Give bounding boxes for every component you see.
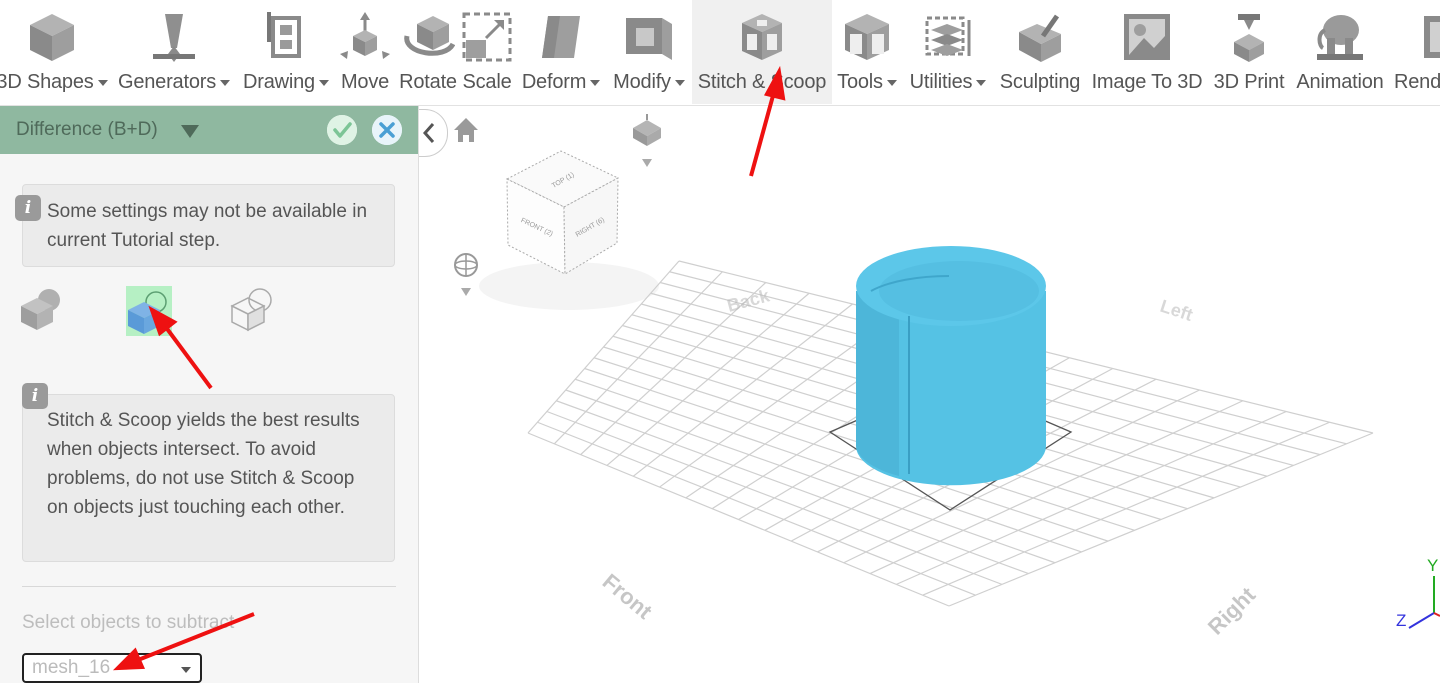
close-icon [372, 115, 402, 145]
cylinder-object[interactable] [856, 246, 1046, 486]
tools-icon [845, 14, 889, 60]
home-icon[interactable] [454, 118, 478, 142]
stitch-scoop-icon [742, 14, 782, 60]
axis-gizmo: Y Z [1396, 556, 1440, 630]
animation-icon [1317, 15, 1363, 60]
stitch-info-box: Stitch & Scoop yields the best results w… [22, 394, 395, 562]
tutorial-info-box: Some settings may not be available in cu… [22, 184, 395, 267]
sculpting-icon [1019, 14, 1061, 62]
toolbar-render[interactable]: Render [1392, 0, 1440, 104]
info-icon: i [15, 195, 41, 221]
toolbar-label: Image To 3D [1091, 71, 1203, 93]
toolbar-label: Sculpting [999, 71, 1081, 93]
grid-label-right: Right [1203, 582, 1261, 640]
toolbar-label: Deform [521, 71, 587, 93]
drawing-icon [267, 12, 301, 58]
toolbar-label: Animation [1296, 71, 1384, 93]
toolbar-stitch-scoop[interactable]: Stitch & Scoop [692, 0, 832, 104]
chevron-down-icon [318, 79, 329, 86]
panel-header: Difference (B+D) [0, 106, 418, 154]
chevron-down-icon [181, 667, 191, 673]
toolbar-tools[interactable]: Tools [833, 0, 901, 104]
toolbar-label: Modify [613, 71, 671, 93]
toolbar-label: Drawing [243, 71, 315, 93]
difference-icon [128, 291, 167, 334]
checkmark-icon [327, 115, 357, 145]
tutorial-info-text: Some settings may not be available in cu… [47, 201, 368, 251]
panel-title[interactable]: Difference (B+D) [16, 119, 158, 141]
image-to-3d-icon [1124, 14, 1170, 60]
toolbar-label: Utilities [909, 71, 973, 93]
stitch-info-text: Stitch & Scoop yields the best results w… [47, 410, 360, 518]
select-objects-label: Select objects to subtract [22, 612, 235, 633]
move-icon [340, 12, 390, 59]
chevron-down-icon [976, 79, 987, 86]
view-mode-icon[interactable] [633, 114, 661, 167]
toolbar-label: 3D Shapes [0, 71, 94, 93]
view-cube[interactable]: TOP (1) FRONT (2) RIGHT (6) [479, 150, 659, 310]
deform-icon [542, 16, 580, 58]
3d-print-icon [1234, 14, 1264, 62]
main-toolbar: 3D Shapes Generators Drawing Move Rotate… [0, 0, 1440, 106]
toolbar-label: Generators [117, 71, 217, 93]
toolbar-rotate[interactable]: Rotate [395, 0, 461, 104]
chevron-down-icon [674, 79, 685, 86]
operation-panel: Difference (B+D) Some settings may not b… [0, 106, 419, 683]
union-icon [21, 289, 60, 330]
toolbar-image-to-3d[interactable]: Image To 3D [1087, 0, 1207, 104]
intersection-button[interactable] [228, 286, 274, 336]
chevron-down-icon [220, 79, 231, 86]
orbit-icon[interactable] [454, 253, 478, 296]
render-icon [1424, 16, 1440, 58]
toolbar-label: 3D Print [1213, 71, 1285, 93]
axis-y-label: Y [1427, 556, 1438, 575]
toolbar-utilities[interactable]: Utilities [903, 0, 993, 104]
toolbar-animation[interactable]: Animation [1291, 0, 1389, 104]
toolbar-label: Rotate [399, 71, 457, 93]
toolbar-label: Tools [837, 71, 883, 93]
union-button[interactable] [17, 286, 63, 336]
utilities-icon [925, 16, 971, 56]
toolbar-3d-print[interactable]: 3D Print [1207, 0, 1291, 104]
chevron-down-icon[interactable] [181, 125, 199, 138]
toolbar-label: Move [340, 71, 390, 93]
toolbar-scale[interactable]: Scale [461, 0, 513, 104]
chevron-down-icon [97, 79, 108, 86]
rotate-icon [404, 16, 455, 56]
toolbar-3d-shapes[interactable]: 3D Shapes [0, 0, 110, 104]
toolbar-modify[interactable]: Modify [608, 0, 690, 104]
modify-icon [626, 18, 672, 60]
generator-icon [153, 14, 195, 62]
chevron-down-icon [886, 79, 897, 86]
scene-canvas[interactable]: TOP (1) FRONT (2) RIGHT (6) Back Left Fr… [419, 106, 1440, 683]
panel-divider [22, 586, 396, 587]
subtract-object-select[interactable]: mesh_16 [22, 653, 202, 683]
cube-icon [30, 14, 74, 61]
toolbar-deform[interactable]: Deform [514, 0, 608, 104]
toolbar-label: Stitch & Scoop [697, 71, 827, 93]
toolbar-label: Scale [462, 71, 512, 93]
cancel-button[interactable] [372, 115, 402, 145]
toolbar-move[interactable]: Move [336, 0, 394, 104]
select-value: mesh_16 [32, 657, 111, 678]
intersection-icon [230, 288, 272, 332]
difference-button[interactable] [126, 286, 172, 336]
grid-label-left: Left [1158, 296, 1196, 325]
toolbar-sculpting[interactable]: Sculpting [994, 0, 1086, 104]
axis-z-label: Z [1396, 611, 1406, 630]
confirm-button[interactable] [327, 115, 357, 145]
toolbar-drawing[interactable]: Drawing [238, 0, 334, 104]
scale-icon [462, 12, 512, 62]
toolbar-generators[interactable]: Generators [112, 0, 236, 104]
grid-label-back: Back [725, 285, 773, 316]
chevron-down-icon [590, 79, 601, 86]
toolbar-label: Render [1394, 71, 1440, 93]
3d-viewport[interactable]: TOP (1) FRONT (2) RIGHT (6) Back Left Fr… [419, 106, 1440, 683]
info-icon: i [22, 383, 48, 409]
grid-label-front: Front [598, 569, 658, 625]
